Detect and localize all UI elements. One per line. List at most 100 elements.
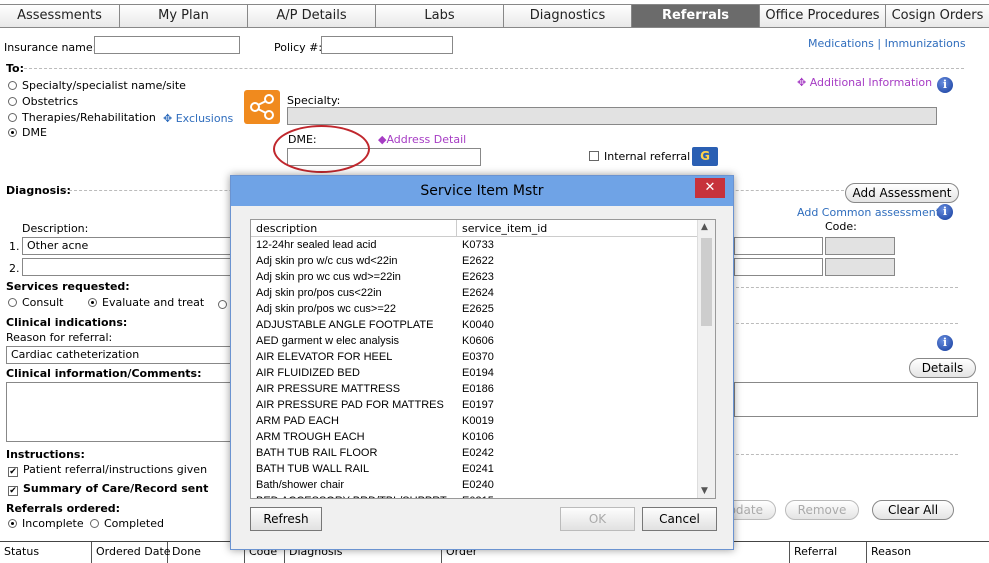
clinical-info-textarea[interactable] <box>6 382 234 442</box>
tab-my-plan[interactable]: My Plan <box>120 5 248 27</box>
list-item[interactable]: BATH TUB WALL RAIL E0241 <box>251 463 697 479</box>
list-item[interactable]: ARM PAD EACH K0019 <box>251 415 697 431</box>
refresh-button[interactable]: Refresh <box>250 507 322 531</box>
additional-information-link[interactable]: ✥ Additional Information <box>797 76 932 89</box>
ok-button[interactable]: OK <box>560 507 635 531</box>
radio-icon <box>8 113 17 122</box>
item-service-id: E0194 <box>462 367 494 379</box>
add-common-assessment-link[interactable]: Add Common assessment <box>797 206 940 219</box>
list-item[interactable]: AIR PRESSURE PAD FOR MATTRES E0197 <box>251 399 697 415</box>
item-service-id: E0241 <box>462 463 494 475</box>
services-label: Services requested: <box>6 280 130 293</box>
list-item[interactable]: Adj skin pro/pos wc cus>=22 E2625 <box>251 303 697 319</box>
status-option-incomplete[interactable]: Incomplete <box>8 517 84 530</box>
column-header-service-item-id[interactable]: service_item_id <box>457 220 697 236</box>
column-header[interactable]: Ordered Date <box>92 542 171 563</box>
scroll-down-icon[interactable]: ▼ <box>701 486 708 496</box>
tab-cosign-orders[interactable]: Cosign Orders <box>886 5 989 27</box>
info-icon[interactable]: i <box>937 77 953 93</box>
diagnosis-input-1[interactable]: Other acne <box>22 237 234 255</box>
to-option-obstetrics[interactable]: Obstetrics <box>8 95 78 108</box>
tab-diagnostics[interactable]: Diagnostics <box>504 5 632 27</box>
list-item[interactable]: BED ACCESSORY BRD/TBL/SUPPRTE0315 <box>251 495 697 498</box>
list-item[interactable]: Adj skin pro wc cus wd>=22in E2623 <box>251 271 697 287</box>
item-service-id: E0197 <box>462 399 494 411</box>
tab-bar: Assessments My Plan A/P Details Labs Dia… <box>0 4 989 28</box>
insurance-label: Insurance name: <box>4 41 97 54</box>
tab-assessments[interactable]: Assessments <box>0 5 120 27</box>
tab-labs[interactable]: Labs <box>376 5 504 27</box>
dialog-title: Service Item Mstr <box>231 176 733 206</box>
column-header-description[interactable]: description <box>251 220 457 236</box>
list-item[interactable]: AIR ELEVATOR FOR HEEL E0370 <box>251 351 697 367</box>
insurance-input[interactable] <box>94 36 240 54</box>
list-item[interactable]: AED garment w elec analysis K0606 <box>251 335 697 351</box>
column-header[interactable]: Status <box>0 542 92 563</box>
item-description: Adj skin pro wc cus wd>=22in <box>256 271 401 283</box>
item-service-id: E2624 <box>462 287 494 299</box>
close-icon[interactable]: ✕ <box>695 178 725 198</box>
cancel-button[interactable]: Cancel <box>642 507 717 531</box>
item-description: AIR PRESSURE PAD FOR MATTRES <box>256 399 444 411</box>
address-detail-link[interactable]: ◆Address Detail <box>378 133 466 146</box>
to-option-therapies[interactable]: Therapies/Rehabilitation <box>8 111 156 124</box>
tab-ap-details[interactable]: A/P Details <box>248 5 376 27</box>
tab-office-procedures[interactable]: Office Procedures <box>760 5 886 27</box>
summary-of-care-checkbox[interactable]: ✔ Summary of Care/Record sent <box>8 482 208 496</box>
service-item-dialog: Service Item Mstr ✕ description service_… <box>230 175 734 550</box>
tab-referrals[interactable]: Referrals <box>632 5 760 27</box>
status-option-completed[interactable]: Completed <box>90 517 164 530</box>
item-service-id: K0019 <box>462 415 494 427</box>
scroll-up-icon[interactable]: ▲ <box>701 222 708 232</box>
remove-button[interactable]: Remove <box>785 500 859 520</box>
list-item[interactable]: BATH TUB RAIL FLOOR E0242 <box>251 447 697 463</box>
clear-all-button[interactable]: Clear All <box>872 500 954 520</box>
radio-icon[interactable] <box>218 300 227 309</box>
service-option-evaluate[interactable]: Evaluate and treat <box>88 296 204 309</box>
list-item[interactable]: AIR FLUIDIZED BED E0194 <box>251 367 697 383</box>
item-description: ADJUSTABLE ANGLE FOOTPLATE <box>256 319 434 331</box>
specialty-input[interactable] <box>287 107 937 125</box>
item-service-id: E0315 <box>457 495 697 498</box>
clinical-info-textarea-cont[interactable] <box>734 382 978 417</box>
policy-input[interactable] <box>321 36 453 54</box>
list-item[interactable]: AIR PRESSURE MATTRESS E0186 <box>251 383 697 399</box>
share-icon[interactable] <box>244 90 280 124</box>
item-service-id: E2623 <box>462 271 494 283</box>
item-service-id: K0733 <box>462 239 494 251</box>
service-option-consult[interactable]: Consult <box>8 296 63 309</box>
list-item[interactable]: Bath/shower chair E0240 <box>251 479 697 495</box>
checkmark-icon: ✔ <box>8 467 18 477</box>
details-button[interactable]: Details <box>909 358 976 378</box>
item-description: ARM TROUGH EACH <box>256 431 365 443</box>
to-option-specialty[interactable]: Specialty/specialist name/site <box>8 79 186 92</box>
list-header: description service_item_id <box>251 220 697 237</box>
internal-referral-checkbox[interactable]: Internal referral <box>589 150 690 163</box>
info-icon[interactable]: i <box>937 335 953 351</box>
scroll-thumb[interactable] <box>701 238 712 326</box>
diagnosis-input-1-cont[interactable] <box>734 237 823 255</box>
diagnosis-code-1[interactable] <box>825 237 895 255</box>
diagnosis-code-2[interactable] <box>825 258 895 276</box>
to-option-dme[interactable]: DME <box>8 126 47 139</box>
add-assessment-button[interactable]: Add Assessment <box>845 183 959 203</box>
medications-immunizations-link[interactable]: Medications | Immunizations <box>808 37 966 50</box>
diagnosis-input-2-cont[interactable] <box>734 258 823 276</box>
list-item[interactable]: Adj skin pro/pos cus<22in E2624 <box>251 287 697 303</box>
diagnosis-input-2[interactable] <box>22 258 234 276</box>
exclusions-link[interactable]: ✥ Exclusions <box>163 112 233 125</box>
list-item[interactable]: Adj skin pro w/c cus wd<22in E2622 <box>251 255 697 271</box>
info-icon[interactable]: i <box>937 204 953 220</box>
list-item[interactable]: ADJUSTABLE ANGLE FOOTPLATE K0040 <box>251 319 697 335</box>
column-header[interactable]: Reason <box>867 542 989 563</box>
list-scrollbar[interactable]: ▲ ▼ <box>697 220 715 498</box>
instruction-given-checkbox[interactable]: ✔ Patient referral/instructions given <box>8 463 207 477</box>
provider-lookup-icon[interactable]: G <box>692 147 718 166</box>
list-item[interactable]: 12-24hr sealed lead acid K0733 <box>251 239 697 255</box>
column-header[interactable]: Referral <box>790 542 867 563</box>
clinical-info-label: Clinical information/Comments: <box>6 367 202 380</box>
reason-input[interactable]: Cardiac catheterization <box>6 346 234 364</box>
service-item-list[interactable]: description service_item_id 12-24hr seal… <box>250 219 716 499</box>
list-item[interactable]: ARM TROUGH EACH K0106 <box>251 431 697 447</box>
policy-label: Policy #: <box>274 41 323 54</box>
